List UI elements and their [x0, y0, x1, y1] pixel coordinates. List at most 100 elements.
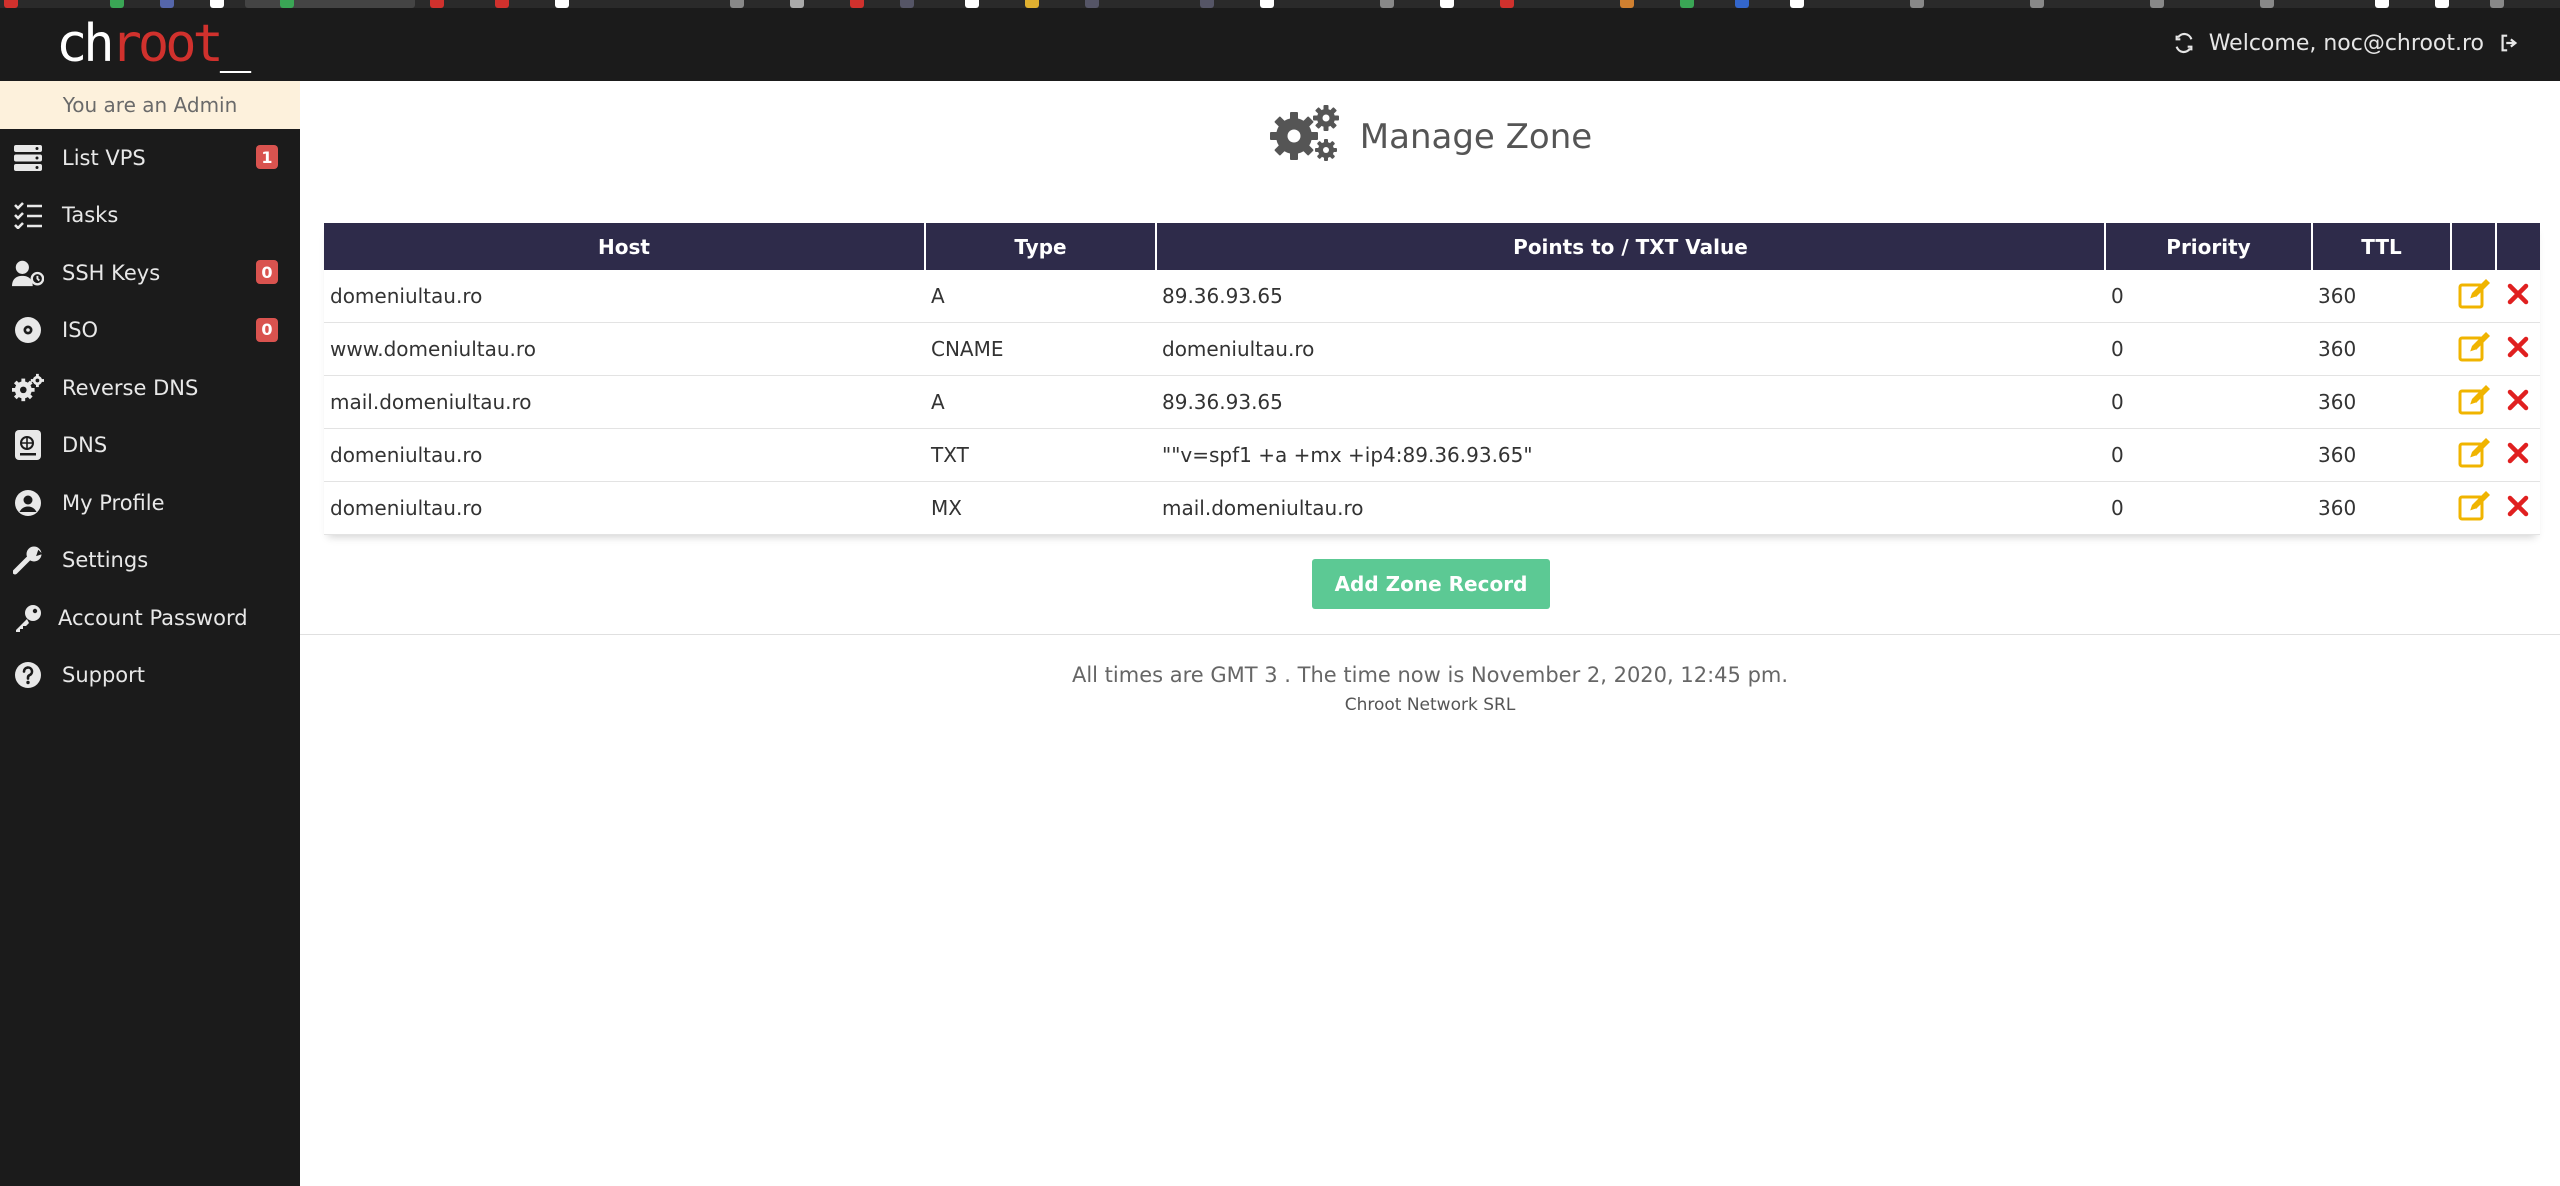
close-icon[interactable] [2507, 283, 2529, 310]
footer-company-name: Chroot Network SRL [1344, 695, 1516, 715]
refresh-icon[interactable] [2173, 32, 2195, 54]
column-header-priority[interactable]: Priority [2105, 223, 2313, 270]
logout-icon[interactable] [2498, 32, 2520, 54]
cell-host: mail.domeniultau.ro [324, 375, 925, 429]
cell-value: ""v=spf1 +a +mx +ip4:89.36.93.65" [1156, 428, 2105, 482]
welcome-text: Welcome, noc@chroot.ro [2208, 30, 2484, 56]
cell-value: mail.domeniultau.ro [1156, 481, 2105, 535]
edit-icon[interactable] [2458, 331, 2490, 367]
table-row: domeniultau.ro TXT ""v=spf1 +a +mx +ip4:89… [324, 428, 2540, 482]
sidebar-item-label: SSH Keys [62, 260, 161, 285]
sidebar-item-reverse-dns[interactable]: Reverse DNS [0, 359, 300, 417]
column-header-edit [2451, 223, 2497, 270]
main-content: Manage Zone Host Type Points to / TXT Va… [300, 81, 2560, 1186]
server-icon [12, 142, 44, 174]
question-circle-icon [12, 659, 44, 691]
cell-type: TXT [925, 428, 1156, 482]
close-icon[interactable] [2507, 442, 2529, 469]
sidebar-item-my-profile[interactable]: My Profile [0, 474, 300, 532]
cell-type: A [925, 270, 1156, 323]
edit-record-button[interactable] [2451, 481, 2496, 535]
user-circle-icon [12, 487, 44, 519]
user-welcome: Welcome, noc@chroot.ro [2173, 28, 2520, 58]
delete-record-button[interactable] [2496, 428, 2540, 482]
iso-count-badge: 0 [256, 317, 278, 342]
column-header-delete [2496, 223, 2540, 270]
column-header-type[interactable]: Type [925, 223, 1157, 270]
sidebar-item-tasks[interactable]: Tasks [0, 187, 300, 245]
key-icon [12, 602, 44, 634]
cell-value: 89.36.93.65 [1156, 375, 2105, 429]
cell-type: CNAME [925, 322, 1156, 376]
page-title: Manage Zone [300, 104, 2560, 171]
delete-record-button[interactable] [2496, 270, 2540, 323]
table-row: mail.domeniultau.ro A 89.36.93.65 0 360 [324, 375, 2540, 429]
close-icon[interactable] [2507, 495, 2529, 522]
sidebar-item-label: Support [62, 663, 146, 688]
add-zone-record-button[interactable]: Add Zone Record [1312, 559, 1550, 609]
sidebar-item-support[interactable]: Support [0, 647, 300, 705]
logo-text-root: root [110, 14, 224, 74]
cell-host: domeniultau.ro [324, 481, 925, 535]
divider [300, 634, 2560, 635]
sidebar-item-label: My Profile [62, 490, 165, 515]
cell-priority: 0 [2105, 375, 2312, 429]
disc-icon [12, 314, 44, 346]
delete-record-button[interactable] [2496, 481, 2540, 535]
page-title-text: Manage Zone [1359, 117, 1593, 157]
cell-type: MX [925, 481, 1156, 535]
cell-priority: 0 [2105, 481, 2312, 535]
sidebar-item-label: List VPS [62, 145, 146, 170]
delete-record-button[interactable] [2496, 375, 2540, 429]
sidebar-item-list-vps[interactable]: List VPS 1 [0, 129, 300, 187]
logo-text-cursor: _ [219, 14, 251, 74]
sidebar-item-ssh-keys[interactable]: SSH Keys 0 [0, 244, 300, 302]
edit-record-button[interactable] [2451, 428, 2496, 482]
tasks-icon [12, 199, 44, 231]
cell-host: domeniultau.ro [324, 428, 925, 482]
browser-tab-strip [0, 0, 2560, 8]
edit-record-button[interactable] [2451, 375, 2496, 429]
cell-host: domeniultau.ro [324, 270, 925, 323]
cell-ttl: 360 [2312, 375, 2451, 429]
cell-priority: 0 [2105, 428, 2312, 482]
sidebar: You are an Admin List VPS 1 Tasks SSH Ke… [0, 81, 300, 1186]
cell-ttl: 360 [2312, 322, 2451, 376]
close-icon[interactable] [2507, 389, 2529, 416]
edit-icon[interactable] [2458, 490, 2490, 526]
sidebar-item-label: ISO [62, 318, 99, 343]
gears-icon [1268, 104, 1342, 171]
logo-text-ch: ch [56, 14, 115, 74]
top-bar: chroot_ Welcome, noc@chroot.ro [0, 0, 2560, 81]
edit-icon[interactable] [2458, 437, 2490, 473]
delete-record-button[interactable] [2496, 322, 2540, 376]
sidebar-item-account-password[interactable]: Account Password [0, 589, 300, 647]
cell-ttl: 360 [2312, 270, 2451, 323]
sidebar-item-label: Settings [62, 548, 149, 573]
user-key-icon [12, 257, 44, 289]
admin-banner: You are an Admin [0, 81, 300, 129]
cell-ttl: 360 [2312, 481, 2451, 535]
edit-record-button[interactable] [2451, 270, 2496, 323]
vps-count-badge: 1 [256, 145, 278, 169]
edit-record-button[interactable] [2451, 322, 2496, 376]
column-header-ttl[interactable]: TTL [2312, 223, 2452, 270]
sidebar-item-dns[interactable]: DNS [0, 417, 300, 475]
column-header-value[interactable]: Points to / TXT Value [1156, 223, 2106, 270]
sidebar-item-iso[interactable]: ISO 0 [0, 302, 300, 360]
close-icon[interactable] [2507, 336, 2529, 363]
cell-priority: 0 [2105, 270, 2312, 323]
sidebar-item-label: Tasks [62, 203, 119, 228]
zone-records-table: Host Type Points to / TXT Value Priority… [324, 223, 2540, 535]
table-header-row: Host Type Points to / TXT Value Priority… [324, 223, 2540, 270]
table-row: domeniultau.ro MX mail.domeniultau.ro 0 360 [324, 481, 2540, 535]
wrench-icon [12, 544, 44, 576]
edit-icon[interactable] [2458, 278, 2490, 314]
sidebar-item-settings[interactable]: Settings [0, 532, 300, 590]
chroot-logo[interactable]: chroot_ [56, 14, 251, 74]
table-row: domeniultau.ro A 89.36.93.65 0 360 [324, 270, 2540, 323]
edit-icon[interactable] [2458, 384, 2490, 420]
cell-priority: 0 [2105, 322, 2312, 376]
column-header-host[interactable]: Host [324, 223, 926, 270]
dns-icon [12, 429, 44, 461]
